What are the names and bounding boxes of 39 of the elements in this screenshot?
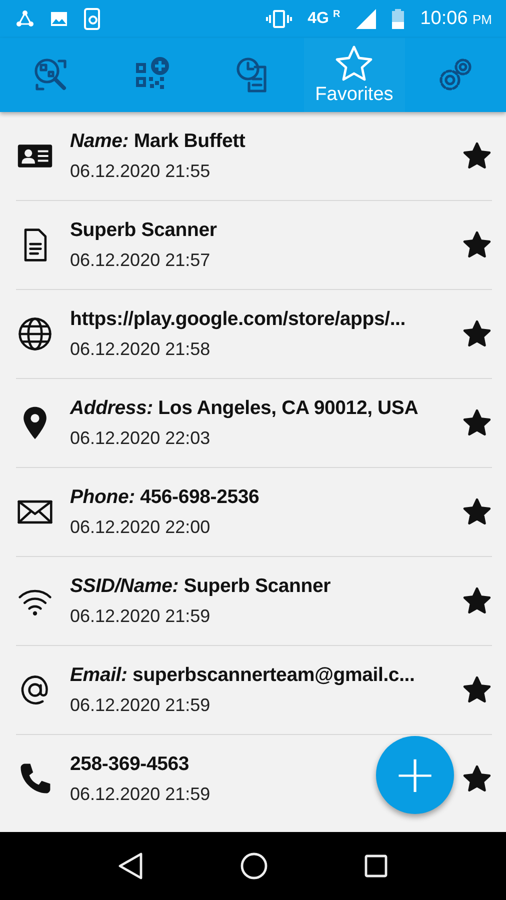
- back-button[interactable]: [118, 852, 144, 880]
- item-title: 258-369-4563: [70, 753, 190, 776]
- roaming-indicator: R: [332, 9, 340, 20]
- phone-sync-icon: [84, 8, 100, 30]
- vibrate-icon: [266, 10, 292, 28]
- filled-star-icon[interactable]: [462, 141, 492, 171]
- tab[interactable]: Favorites: [304, 38, 405, 112]
- item-date: 06.12.2020 21:59: [70, 784, 210, 805]
- item-date: 06.12.2020 21:58: [70, 339, 210, 360]
- item-title: Phone: 456-698-2536: [70, 486, 260, 509]
- globe-icon: [16, 315, 54, 353]
- filled-star-icon[interactable]: [462, 230, 492, 260]
- item-date: 06.12.2020 21:59: [70, 695, 210, 716]
- share-icon: [16, 10, 34, 28]
- item-date: 06.12.2020 21:57: [70, 250, 210, 271]
- filled-star-icon[interactable]: [462, 319, 492, 349]
- filled-star-icon[interactable]: [462, 497, 492, 527]
- recents-button[interactable]: [364, 854, 388, 878]
- clock: 10:06 PM: [420, 8, 492, 30]
- filled-star-icon[interactable]: [462, 408, 492, 438]
- signal-icon: [356, 9, 376, 29]
- item-date: 06.12.2020 21:55: [70, 161, 210, 182]
- item-date: 06.12.2020 22:03: [70, 428, 210, 449]
- add-button[interactable]: +: [376, 736, 454, 814]
- home-button[interactable]: [240, 852, 268, 880]
- item-title: Address: Los Angeles, CA 90012, USA: [70, 397, 418, 420]
- item-title: SSID/Name: Superb Scanner: [70, 575, 331, 598]
- battery-icon: [392, 9, 404, 29]
- filled-star-icon[interactable]: [462, 586, 492, 616]
- network-type: 4G: [308, 10, 329, 28]
- item-title: Email: superbscannerteam@gmail.c...: [70, 664, 415, 687]
- item-date: 06.12.2020 21:59: [70, 606, 210, 627]
- item-title: https://play.google.com/store/apps/...: [70, 308, 406, 331]
- image-icon: [50, 10, 68, 28]
- item-title: Superb Scanner: [70, 219, 217, 242]
- item-title: Name: Mark Buffett: [70, 130, 246, 153]
- item-date: 06.12.2020 22:00: [70, 517, 210, 538]
- filled-star-icon[interactable]: [462, 675, 492, 705]
- filled-star-icon[interactable]: [462, 764, 492, 794]
